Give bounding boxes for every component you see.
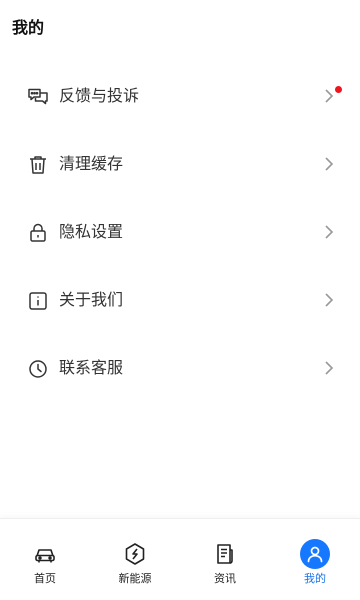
- user-icon-circle: [300, 539, 330, 569]
- info-icon: [27, 290, 49, 312]
- menu-item-clear-cache[interactable]: 清理缓存: [0, 130, 360, 198]
- clock-icon: [27, 358, 49, 380]
- chevron-right-icon: [324, 224, 334, 240]
- chevron-right-icon: [324, 88, 334, 104]
- menu-list: 反馈与投诉 清理缓存 隐私设置 关于我们 联系客服: [0, 62, 360, 402]
- tab-label: 首页: [34, 572, 56, 585]
- menu-item-label: 清理缓存: [59, 154, 124, 173]
- header: 我的: [0, 0, 360, 56]
- menu-item-label: 关于我们: [59, 290, 124, 309]
- tab-label: 资讯: [214, 572, 236, 585]
- tab-home[interactable]: 首页: [0, 519, 90, 600]
- user-icon: [300, 539, 330, 569]
- news-icon: [210, 539, 240, 569]
- chevron-right-icon: [324, 360, 334, 376]
- car-icon: [30, 539, 60, 569]
- menu-item-label: 隐私设置: [59, 222, 124, 241]
- tab-news[interactable]: 资讯: [180, 519, 270, 600]
- tab-new-energy[interactable]: 新能源: [90, 519, 180, 600]
- menu-item-about[interactable]: 关于我们: [0, 266, 360, 334]
- tab-label: 新能源: [118, 572, 152, 585]
- menu-item-label: 联系客服: [59, 358, 124, 377]
- menu-item-contact-service[interactable]: 联系客服: [0, 334, 360, 402]
- notification-dot: [335, 86, 342, 93]
- menu-item-feedback[interactable]: 反馈与投诉: [0, 62, 360, 130]
- ev-bolt-icon: [120, 539, 150, 569]
- trash-icon: [27, 154, 49, 176]
- menu-item-label: 反馈与投诉: [59, 86, 140, 105]
- page-title: 我的: [12, 18, 45, 37]
- tab-label: 我的: [304, 572, 326, 585]
- lock-icon: [27, 222, 49, 244]
- menu-item-privacy[interactable]: 隐私设置: [0, 198, 360, 266]
- chevron-right-icon: [324, 292, 334, 308]
- chevron-right-icon: [324, 156, 334, 172]
- tab-mine[interactable]: 我的: [270, 519, 360, 600]
- chat-bubbles-icon: [27, 86, 49, 108]
- bottom-tab-bar: 首页 新能源 资讯 我的: [0, 518, 360, 600]
